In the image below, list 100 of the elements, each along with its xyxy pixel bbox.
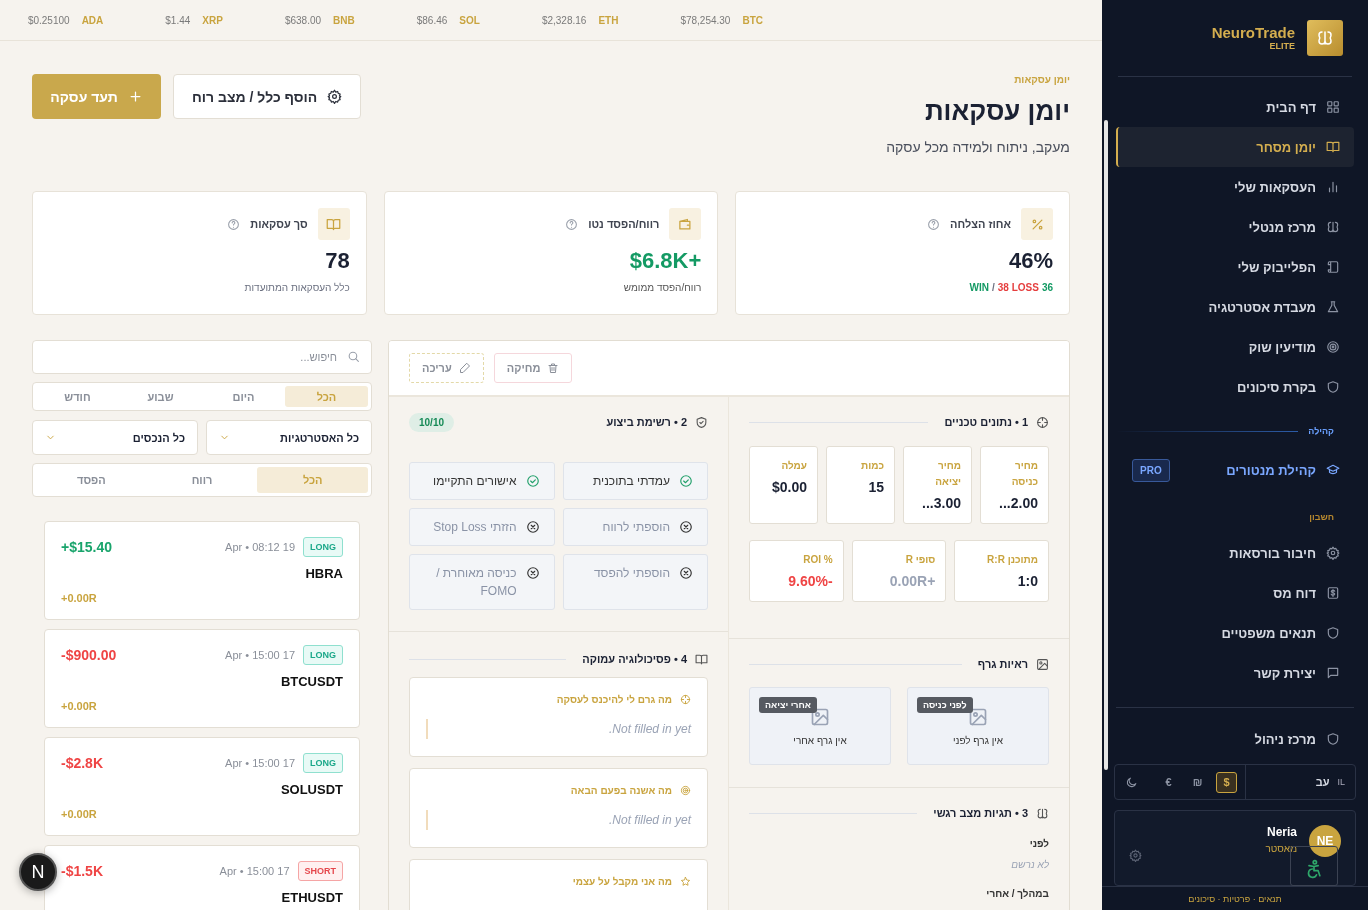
metric-value: 1:0	[1017, 573, 1038, 589]
ticker-symbol: ETH	[598, 14, 619, 26]
chart-placeholder[interactable]: לפני כניסה אין גרף לפני	[907, 687, 1049, 765]
settings-icon	[327, 89, 343, 104]
trade-date: Apr • 15:00 17	[225, 649, 295, 661]
brand-tagline: ELITE	[1268, 41, 1295, 51]
metric-label: % ROI	[802, 553, 833, 567]
stat-label: אחוז הצלחה	[950, 218, 1011, 230]
pencil-icon	[458, 362, 471, 374]
currency-button[interactable]: ₪	[1187, 771, 1208, 793]
section-heading: קהילה	[1308, 426, 1334, 436]
chart-tag: אחרי יציאה	[759, 697, 817, 713]
x-circle-icon	[525, 520, 540, 534]
nav-item[interactable]: מודיעין שוק	[1116, 327, 1354, 367]
section-title: ראיות גרף	[977, 658, 1028, 670]
nav-item[interactable]: יצירת קשר	[1116, 653, 1354, 693]
dev-tools-button[interactable]: N	[19, 853, 57, 891]
help-icon	[927, 217, 941, 231]
nav-item[interactable]: יומן מסחר	[1116, 127, 1354, 167]
dollar-document-icon	[1326, 586, 1340, 600]
stat-caption: 38 LOSS	[997, 282, 1039, 293]
currency-button[interactable]: €	[1158, 771, 1179, 793]
trade-pnl: -$900.00	[61, 647, 117, 663]
ticker-symbol: BTC	[742, 14, 763, 26]
journal-answer: Not filled in yet.	[608, 722, 691, 736]
scrollbar[interactable]	[1104, 120, 1108, 770]
nav-item[interactable]: חיבור בורסאות	[1116, 533, 1354, 573]
section-heading: חשבון	[1309, 512, 1334, 522]
book-icon	[326, 216, 342, 232]
nav-item[interactable]: מעבדת אסטרטגיה	[1116, 287, 1354, 327]
check-circle-icon	[679, 474, 693, 488]
section-title: 4 • פסיכולוגיה עמוקה	[582, 653, 687, 665]
stat-value: 78	[325, 248, 350, 274]
add-rule-button[interactable]: הוסף כלל / מצב רוח	[173, 74, 362, 119]
grid-icon	[1326, 100, 1340, 114]
trade-r-multiple: +0.00R	[61, 808, 97, 820]
brain-icon	[1036, 806, 1049, 820]
shield-icon	[1326, 380, 1340, 394]
x-circle-icon	[679, 566, 693, 580]
language-toggle[interactable]: עב	[1315, 776, 1330, 788]
nav-item[interactable]: תנאים משפטיים	[1116, 613, 1354, 653]
stat-value: 46%	[1008, 248, 1053, 274]
search-field[interactable]: חיפוש...	[32, 340, 372, 374]
chat-icon	[1326, 666, 1340, 680]
tag-group-label: במהלך / אחרי	[985, 888, 1049, 899]
chart-placeholder[interactable]: אחרי יציאה אין גרף אחרי	[749, 687, 891, 765]
trade-r-multiple: +0.00R	[61, 592, 97, 604]
nav-item[interactable]: דף הבית	[1116, 87, 1354, 127]
nav-item[interactable]: הפלייבוק שלי	[1116, 247, 1354, 287]
crosshair-icon	[680, 694, 691, 705]
metric-label: סופי R	[904, 553, 936, 567]
x-circle-icon	[525, 566, 540, 580]
nav-item[interactable]: מרכז מנטלי	[1116, 207, 1354, 247]
filter-dropdown[interactable]: כל הנכסים	[32, 420, 198, 455]
trade-date: Apr • 15:00 17	[219, 865, 290, 877]
help-icon	[565, 217, 579, 231]
shield-check-icon	[695, 415, 708, 429]
nav-item[interactable]: בקרת סיכונים	[1116, 367, 1354, 407]
help-icon	[227, 217, 241, 231]
user-rank: מאסטר	[1265, 843, 1297, 854]
nav-item[interactable]: מרכז ניהול	[1116, 719, 1354, 759]
trade-r-multiple: +0.00R	[61, 700, 97, 712]
ticker-symbol: BNB	[333, 14, 355, 26]
trash-icon	[547, 362, 560, 374]
score-badge: 10/10	[409, 412, 455, 432]
currency-button[interactable]: $	[1216, 771, 1237, 793]
section-title: 3 • תגיות מצב רגשי	[933, 807, 1028, 819]
side-badge: SHORT	[297, 861, 343, 881]
empty-value: לא נרשם	[1010, 859, 1049, 870]
stat-label: רווח/הפסד נטו	[588, 218, 660, 230]
avatar: NE	[1309, 825, 1341, 857]
stat-caption: /	[991, 282, 995, 293]
trade-pnl: +$15.40	[61, 539, 112, 555]
checklist-item[interactable]: עמדתי בתוכנית	[562, 462, 708, 500]
metric-label: עמלה	[780, 459, 807, 473]
ticker-symbol: SOL	[459, 14, 480, 26]
stat-caption: 36	[1041, 282, 1053, 293]
side-badge: LONG	[303, 537, 343, 557]
filter-dropdown[interactable]: כל האסטרטגיות	[206, 420, 372, 455]
journal-question: מה אשנה בפעם הבאה	[570, 785, 672, 796]
metric-value: 9.60%-	[788, 573, 833, 589]
stat-value: $6.8K+	[629, 248, 702, 274]
metric-label: מחיר כניסה	[1010, 459, 1038, 489]
side-badge: LONG	[303, 645, 343, 665]
brain-icon	[1316, 29, 1334, 47]
footer-links[interactable]: תנאים · פרטיות · סיכונים	[1188, 893, 1282, 904]
image-icon	[1036, 657, 1049, 671]
stat-label: סך עסקאות	[250, 218, 308, 230]
metric-value: ...2.00	[999, 495, 1038, 511]
shield-icon	[1326, 626, 1340, 640]
nav-item[interactable]: העסקאות שלי	[1116, 167, 1354, 207]
shield-icon	[1326, 732, 1340, 746]
checklist-item[interactable]: אישורים התקיימו	[409, 462, 555, 500]
graduation-cap-icon	[1326, 463, 1340, 477]
stat-caption: WIN	[969, 282, 989, 293]
trade-date: Apr • 15:00 17	[225, 757, 295, 769]
nav-item[interactable]: דוח מס	[1116, 573, 1354, 613]
chart-tag: לפני כניסה	[917, 697, 973, 713]
trade-pnl: -$2.8K	[61, 755, 104, 771]
image-icon	[968, 706, 988, 727]
